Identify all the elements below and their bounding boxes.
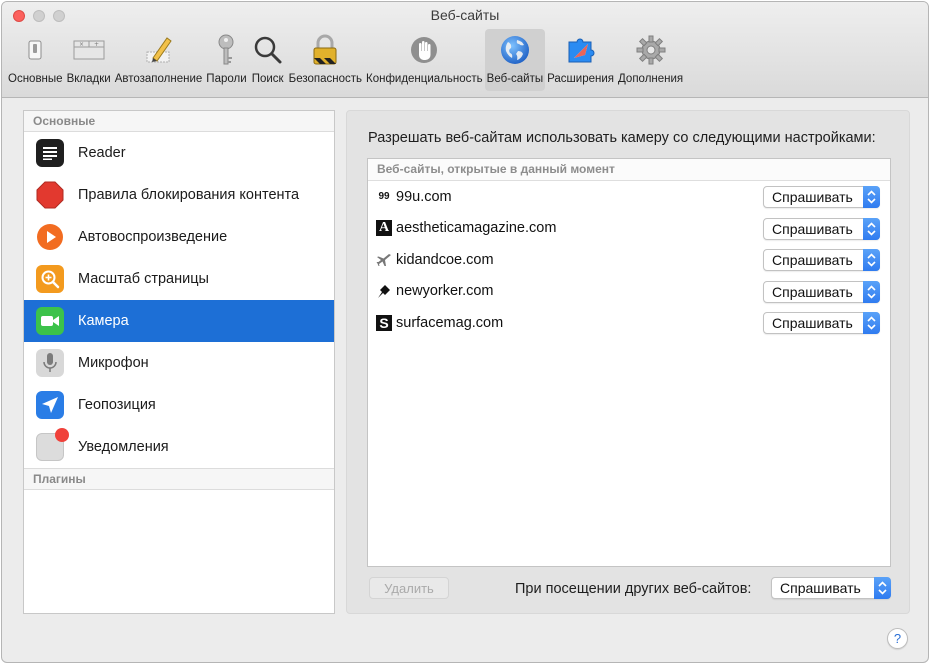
sidebar-item-location[interactable]: Геопозиция [24,384,334,426]
settings-panel: Разрешать веб-сайтам использовать камеру… [346,110,910,614]
microphone-icon [36,349,64,377]
svg-text:×: × [79,41,84,48]
page-zoom-icon [36,265,64,293]
key-icon [209,33,243,67]
sidebar-item-label: Геопозиция [78,397,156,413]
other-sites-label: При посещении других веб-сайтов: [515,581,752,597]
stop-sign-icon [36,181,64,209]
camera-icon [36,307,64,335]
website-name: 99u.com [396,188,452,205]
popup-arrows-icon [863,312,880,334]
sidebar-item-camera[interactable]: Камера [24,300,334,342]
sidebar-item-label: Микрофон [78,355,149,371]
sidebar-item-label: Камера [78,313,129,329]
website-permission-select[interactable]: Спрашивать [763,217,880,240]
content-area: Основные Reader Правила блокирования кон… [2,98,928,662]
toolbar-tab-extensions[interactable]: Расширения [545,29,616,91]
advanced-gear-icon [634,33,668,67]
extensions-puzzle-icon [564,33,598,67]
window-title: Веб-сайты [430,7,500,23]
location-arrow-icon [36,391,64,419]
panel-heading: Разрешать веб-сайтам использовать камеру… [368,130,876,146]
general-switch-icon [18,33,52,67]
website-row[interactable]: A aestheticamagazine.com Спрашивать [368,213,890,245]
list-header: Веб-сайты, открытые в данный момент [368,159,890,181]
website-name: aestheticamagazine.com [396,220,557,237]
privacy-hand-icon [407,33,441,67]
toolbar-tab-search[interactable]: Поиск [249,29,287,91]
sidebar-item-reader[interactable]: Reader [24,132,334,174]
sidebar: Основные Reader Правила блокирования кон… [23,110,335,614]
notifications-icon [36,428,69,461]
website-row[interactable]: S surfacemag.com Спрашивать [368,307,890,339]
toolbar-tab-passwords[interactable]: Пароли [204,29,248,91]
sidebar-section-plugins: Плагины [24,468,334,490]
website-name: kidandcoe.com [396,251,494,268]
sidebar-item-label: Автовоспроизведение [78,229,228,245]
autoplay-icon [36,223,64,251]
preferences-toolbar: Основные × + Вкладки Автозаполнение Парол… [6,29,685,91]
toolbar-tab-autofill[interactable]: Автозаполнение [113,29,205,91]
website-row[interactable]: 99 99u.com Спрашивать [368,181,890,213]
99u-favicon-icon: 99 [378,191,390,203]
remove-button[interactable]: Удалить [369,577,449,599]
help-button[interactable]: ? [887,628,908,649]
sidebar-item-autoplay[interactable]: Автовоспроизведение [24,216,334,258]
svg-text:+: + [94,41,99,48]
website-name: surfacemag.com [396,314,504,331]
sidebar-item-label: Уведомления [78,439,169,455]
magnifier-icon [251,33,285,67]
toolbar-tab-tabs[interactable]: × + Вкладки [65,29,113,91]
popup-arrows-icon [863,249,880,271]
sidebar-item-label: Масштаб страницы [78,271,209,287]
website-permission-select[interactable]: Спрашивать [763,312,880,334]
popup-arrows-icon [874,577,891,599]
sidebar-item-notifications[interactable]: Уведомления [24,426,334,468]
padlock-icon [308,33,342,67]
preferences-window: Веб-сайты Основные × + Вкладки Автозаполн… [1,1,929,663]
sidebar-section-general: Основные [24,111,334,132]
titlebar: Веб-сайты Основные × + Вкладки Автозаполн… [2,2,928,98]
other-sites-select[interactable]: Спрашивать [771,577,891,599]
website-name: newyorker.com [396,283,494,300]
autofill-pencil-icon [141,33,175,67]
website-row[interactable]: newyorker.com Спрашивать [368,276,890,308]
surfacemag-favicon-icon: S [376,314,392,331]
sidebar-item-label: Reader [78,145,126,161]
toolbar-tab-security[interactable]: Безопасность [287,29,364,91]
popup-arrows-icon [863,186,880,208]
badge-dot-icon [55,428,69,442]
newyorker-favicon-icon [376,283,392,299]
popup-arrows-icon [863,280,880,303]
sidebar-item-content-blockers[interactable]: Правила блокирования контента [24,174,334,216]
aesthetica-favicon-icon: A [376,220,392,237]
sidebar-item-label: Правила блокирования контента [78,187,300,203]
airplane-favicon-icon [376,252,392,268]
website-permission-select[interactable]: Спрашивать [763,280,880,303]
reader-icon [36,139,64,167]
sidebar-item-page-zoom[interactable]: Масштаб страницы [24,258,334,300]
websites-list: Веб-сайты, открытые в данный момент 99 9… [367,158,891,567]
popup-arrows-icon [863,217,880,240]
toolbar-tab-websites[interactable]: Веб-сайты [484,29,546,91]
tabs-icon: × + [72,33,106,67]
toolbar-tab-privacy[interactable]: Конфиденциальность [364,29,485,91]
sidebar-item-microphone[interactable]: Микрофон [24,342,334,384]
website-permission-select[interactable]: Спрашивать [763,186,880,208]
website-row[interactable]: kidandcoe.com Спрашивать [368,244,890,276]
globe-icon [498,33,532,67]
toolbar-tab-general[interactable]: Основные [6,29,65,91]
website-permission-select[interactable]: Спрашивать [763,249,880,271]
toolbar-tab-advanced[interactable]: Дополнения [616,29,685,91]
